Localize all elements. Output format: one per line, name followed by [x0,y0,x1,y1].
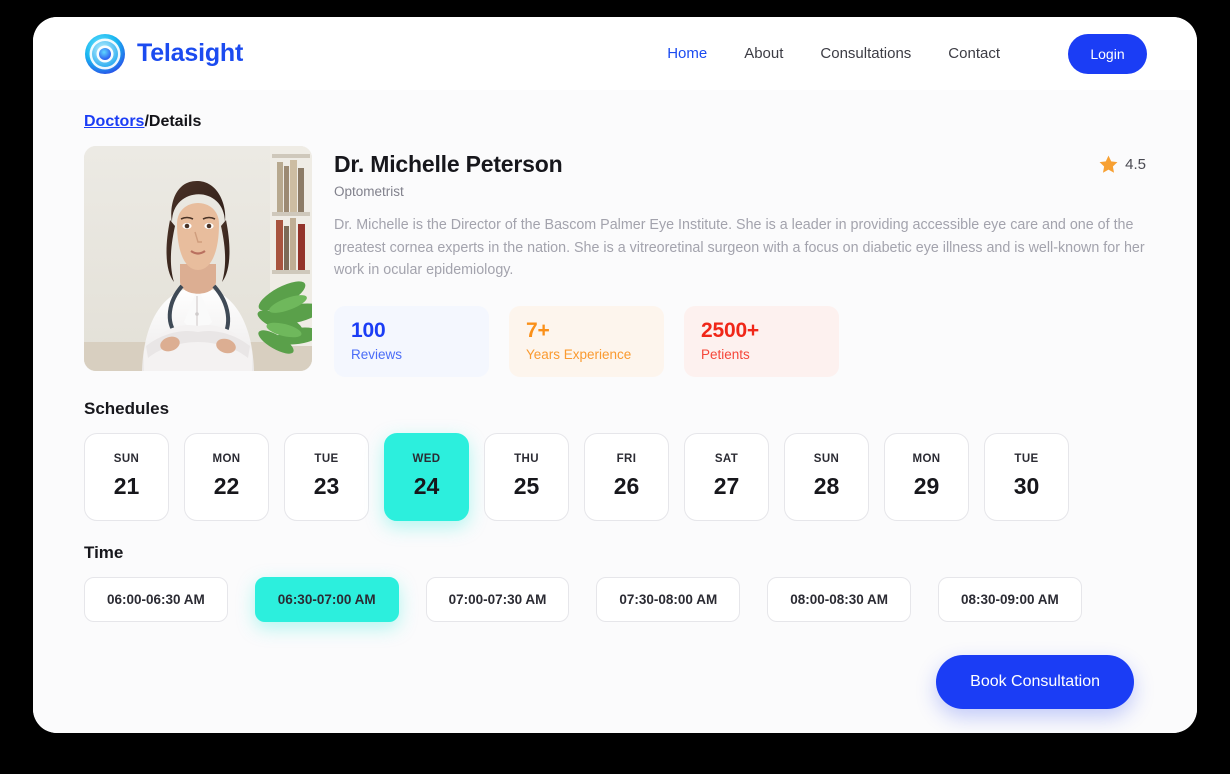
time-title: Time [84,542,124,562]
doctor-name: Dr. Michelle Peterson [334,151,563,177]
date-card-23[interactable]: TUE 23 [284,432,369,521]
app-window: Telasight Home About Consultations Conta… [33,17,1197,733]
time-slot-0830-0900[interactable]: 08:30-09:00 AM [937,576,1082,622]
main-navigation: Home About Consultations Contact Login [667,33,1147,74]
time-slot-0700-0730[interactable]: 07:00-07:30 AM [425,576,570,622]
page-content: Doctors/Details Dr. Michelle Peterson 4.… [33,90,1197,733]
footer-actions: Book Consultation [84,654,1146,709]
date-card-30[interactable]: TUE 30 [984,432,1069,521]
date-card-25[interactable]: THU 25 [484,432,569,521]
time-slot-0630-0700-selected[interactable]: 06:30-07:00 AM [254,576,399,622]
date-card-24-selected[interactable]: WED 24 [384,432,469,521]
stat-card-reviews: 100 Reviews [334,305,489,377]
time-slot-0800-0830[interactable]: 08:00-08:30 AM [767,576,911,622]
doctor-stats: 100 Reviews 7+ Years Experience 2500+ Pe… [334,305,1146,377]
stat-value-experience: 7+ [526,318,550,342]
time-slot-0600-0630[interactable]: 06:00-06:30 AM [84,576,228,622]
site-header: Telasight Home About Consultations Conta… [33,17,1197,90]
time-slot-0730-0800[interactable]: 07:30-08:00 AM [596,576,741,622]
doctor-name-row: Dr. Michelle Peterson 4.5 [334,151,1146,178]
date-number: 28 [813,473,840,499]
stat-label-reviews: Reviews [351,346,403,362]
nav-link-contact[interactable]: Contact [948,45,1000,62]
doctor-rating: 4.5 [1098,151,1146,175]
concentric-circles-icon [84,33,126,75]
schedule-dates-row: SUN 21 MON 22 TUE 23 WED 24 THU 25 FRI 2… [84,432,1146,521]
date-dow: WED [412,453,441,465]
date-number: 24 [413,473,440,499]
date-card-21[interactable]: SUN 21 [84,432,169,521]
doctor-info: Dr. Michelle Peterson 4.5 Optometrist Dr… [334,146,1146,377]
stat-value-reviews: 100 [351,318,386,342]
date-number: 29 [913,473,940,499]
date-number: 26 [613,473,640,499]
nav-link-about[interactable]: About [744,45,783,62]
login-button[interactable]: Login [1068,33,1147,74]
stat-card-experience: 7+ Years Experience [509,305,664,377]
date-number: 22 [213,473,240,499]
star-icon [1098,154,1119,175]
brand-logo[interactable]: Telasight [84,33,243,75]
doctor-bio: Dr. Michelle is the Director of the Basc… [334,217,1145,278]
doctor-specialty: Optometrist [334,184,404,199]
date-dow: MON [212,453,241,465]
doctor-photo [84,146,312,371]
time-slots-row: 06:00-06:30 AM 06:30-07:00 AM 07:00-07:3… [84,576,1146,622]
stat-label-experience: Years Experience [526,346,632,362]
nav-link-consultations[interactable]: Consultations [820,45,911,62]
date-number: 21 [113,473,140,499]
schedules-title: Schedules [84,398,170,418]
date-number: 27 [713,473,740,499]
stat-value-patients: 2500+ [701,318,759,342]
brand-name: Telasight [137,39,244,67]
date-dow: THU [514,453,539,465]
date-dow: TUE [1014,453,1039,465]
date-card-28[interactable]: SUN 28 [784,432,869,521]
stat-card-patients: 2500+ Petients [684,305,839,377]
date-dow: TUE [314,453,339,465]
doctor-profile: Dr. Michelle Peterson 4.5 Optometrist Dr… [84,146,1146,377]
breadcrumb: Doctors/Details [84,113,1146,131]
date-dow: MON [912,453,941,465]
date-dow: SUN [113,453,140,465]
nav-link-home[interactable]: Home [667,45,707,62]
date-card-27[interactable]: SAT 27 [684,432,769,521]
date-card-29[interactable]: MON 29 [884,432,969,521]
rating-value: 4.5 [1125,156,1146,173]
book-consultation-button[interactable]: Book Consultation [936,654,1134,709]
date-number: 25 [513,473,540,499]
breadcrumb-doctors-link[interactable]: Doctors [84,113,144,130]
stat-label-patients: Petients [701,346,750,362]
date-card-26[interactable]: FRI 26 [584,432,669,521]
date-number: 23 [313,473,340,499]
breadcrumb-current: /Details [144,113,202,130]
date-number: 30 [1013,473,1040,499]
date-dow: SAT [714,453,739,465]
date-dow: FRI [616,453,637,465]
date-dow: SUN [813,453,840,465]
date-card-22[interactable]: MON 22 [184,432,269,521]
